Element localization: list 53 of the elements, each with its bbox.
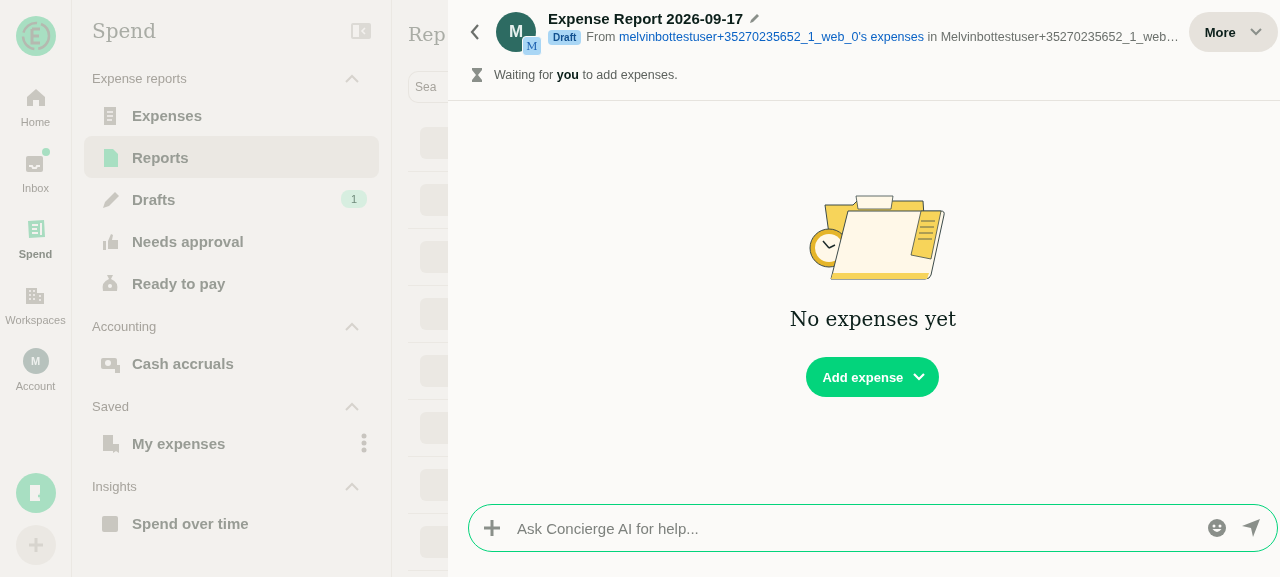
report-source-text: From melvinbottestuser+35270235652_1_web_0's expenses in Melvinbottestuser+35270235652_1_web… [586, 30, 1179, 44]
section-heading: Insights [92, 478, 137, 494]
status-badge: Draft [548, 29, 582, 45]
section-heading: Expense reports [92, 70, 187, 86]
sidebar-title: Spend [92, 19, 157, 43]
chevron-icon[interactable] [345, 73, 359, 83]
plus-icon[interactable] [483, 519, 501, 537]
more-button[interactable]: More [1188, 12, 1278, 52]
page-title: Rep [408, 23, 447, 45]
empty-state-title: No expenses yet [789, 307, 957, 331]
report-title: Expense Report 2026-09-17 [548, 9, 744, 27]
emoji-icon[interactable] [1206, 518, 1227, 538]
sidebar-item[interactable]: Reports [84, 136, 379, 178]
chevron-down-icon [1249, 28, 1262, 36]
waiting-message: Waiting for you to add expenses. [494, 68, 678, 82]
owner-link[interactable]: melvinbottestuser+35270235652_1_web_0's expenses [619, 30, 925, 44]
add-expense-button[interactable]: Add expense [806, 357, 940, 397]
calendar-icon [100, 513, 120, 533]
nav-item[interactable]: Workspaces [5, 282, 66, 326]
count-badge: 1 [340, 190, 367, 208]
sidebar-item[interactable]: Cash accruals [84, 342, 379, 384]
back-icon[interactable] [470, 24, 480, 40]
sidebar-item[interactable]: Expenses [84, 94, 379, 136]
chevron-icon[interactable] [345, 321, 359, 331]
nav-item[interactable]: Inbox [22, 150, 49, 194]
thumbs-up-icon [100, 231, 120, 251]
nav-item[interactable]: Spend [18, 216, 53, 260]
message-input-field[interactable]: Ask Concierge AI for help... [515, 518, 1193, 538]
nav-item[interactable]: Home [20, 84, 51, 128]
workspace-avatar-icon: M [522, 36, 542, 56]
logo-icon [15, 16, 56, 56]
bookmark-icon [100, 433, 120, 453]
chevron-down-icon [913, 373, 926, 381]
chevron-icon[interactable] [345, 401, 359, 411]
home-icon [24, 86, 47, 108]
section-heading: Saved [92, 398, 129, 414]
sidebar-item[interactable]: Needs approval [84, 220, 379, 262]
sidebar-item[interactable]: Spend over time [84, 502, 379, 544]
pencil-icon[interactable] [749, 12, 762, 24]
new-receipt-button[interactable] [15, 473, 56, 513]
hourglass-icon [472, 68, 482, 82]
sidebar-item[interactable]: My expenses [84, 422, 379, 464]
more-options-icon[interactable] [361, 433, 367, 453]
sidebar-item[interactable]: Ready to pay [84, 262, 379, 304]
sidebar-item[interactable]: Drafts 1 [84, 178, 379, 220]
pencil-icon [100, 189, 120, 209]
section-heading: Accounting [92, 318, 157, 334]
send-icon[interactable] [1240, 518, 1261, 538]
money-bag-icon [100, 273, 120, 293]
chevron-icon[interactable] [345, 481, 359, 491]
search-field[interactable]: Sea [408, 71, 448, 103]
add-button[interactable] [15, 525, 56, 565]
collapse-sidebar-icon[interactable] [351, 23, 371, 39]
